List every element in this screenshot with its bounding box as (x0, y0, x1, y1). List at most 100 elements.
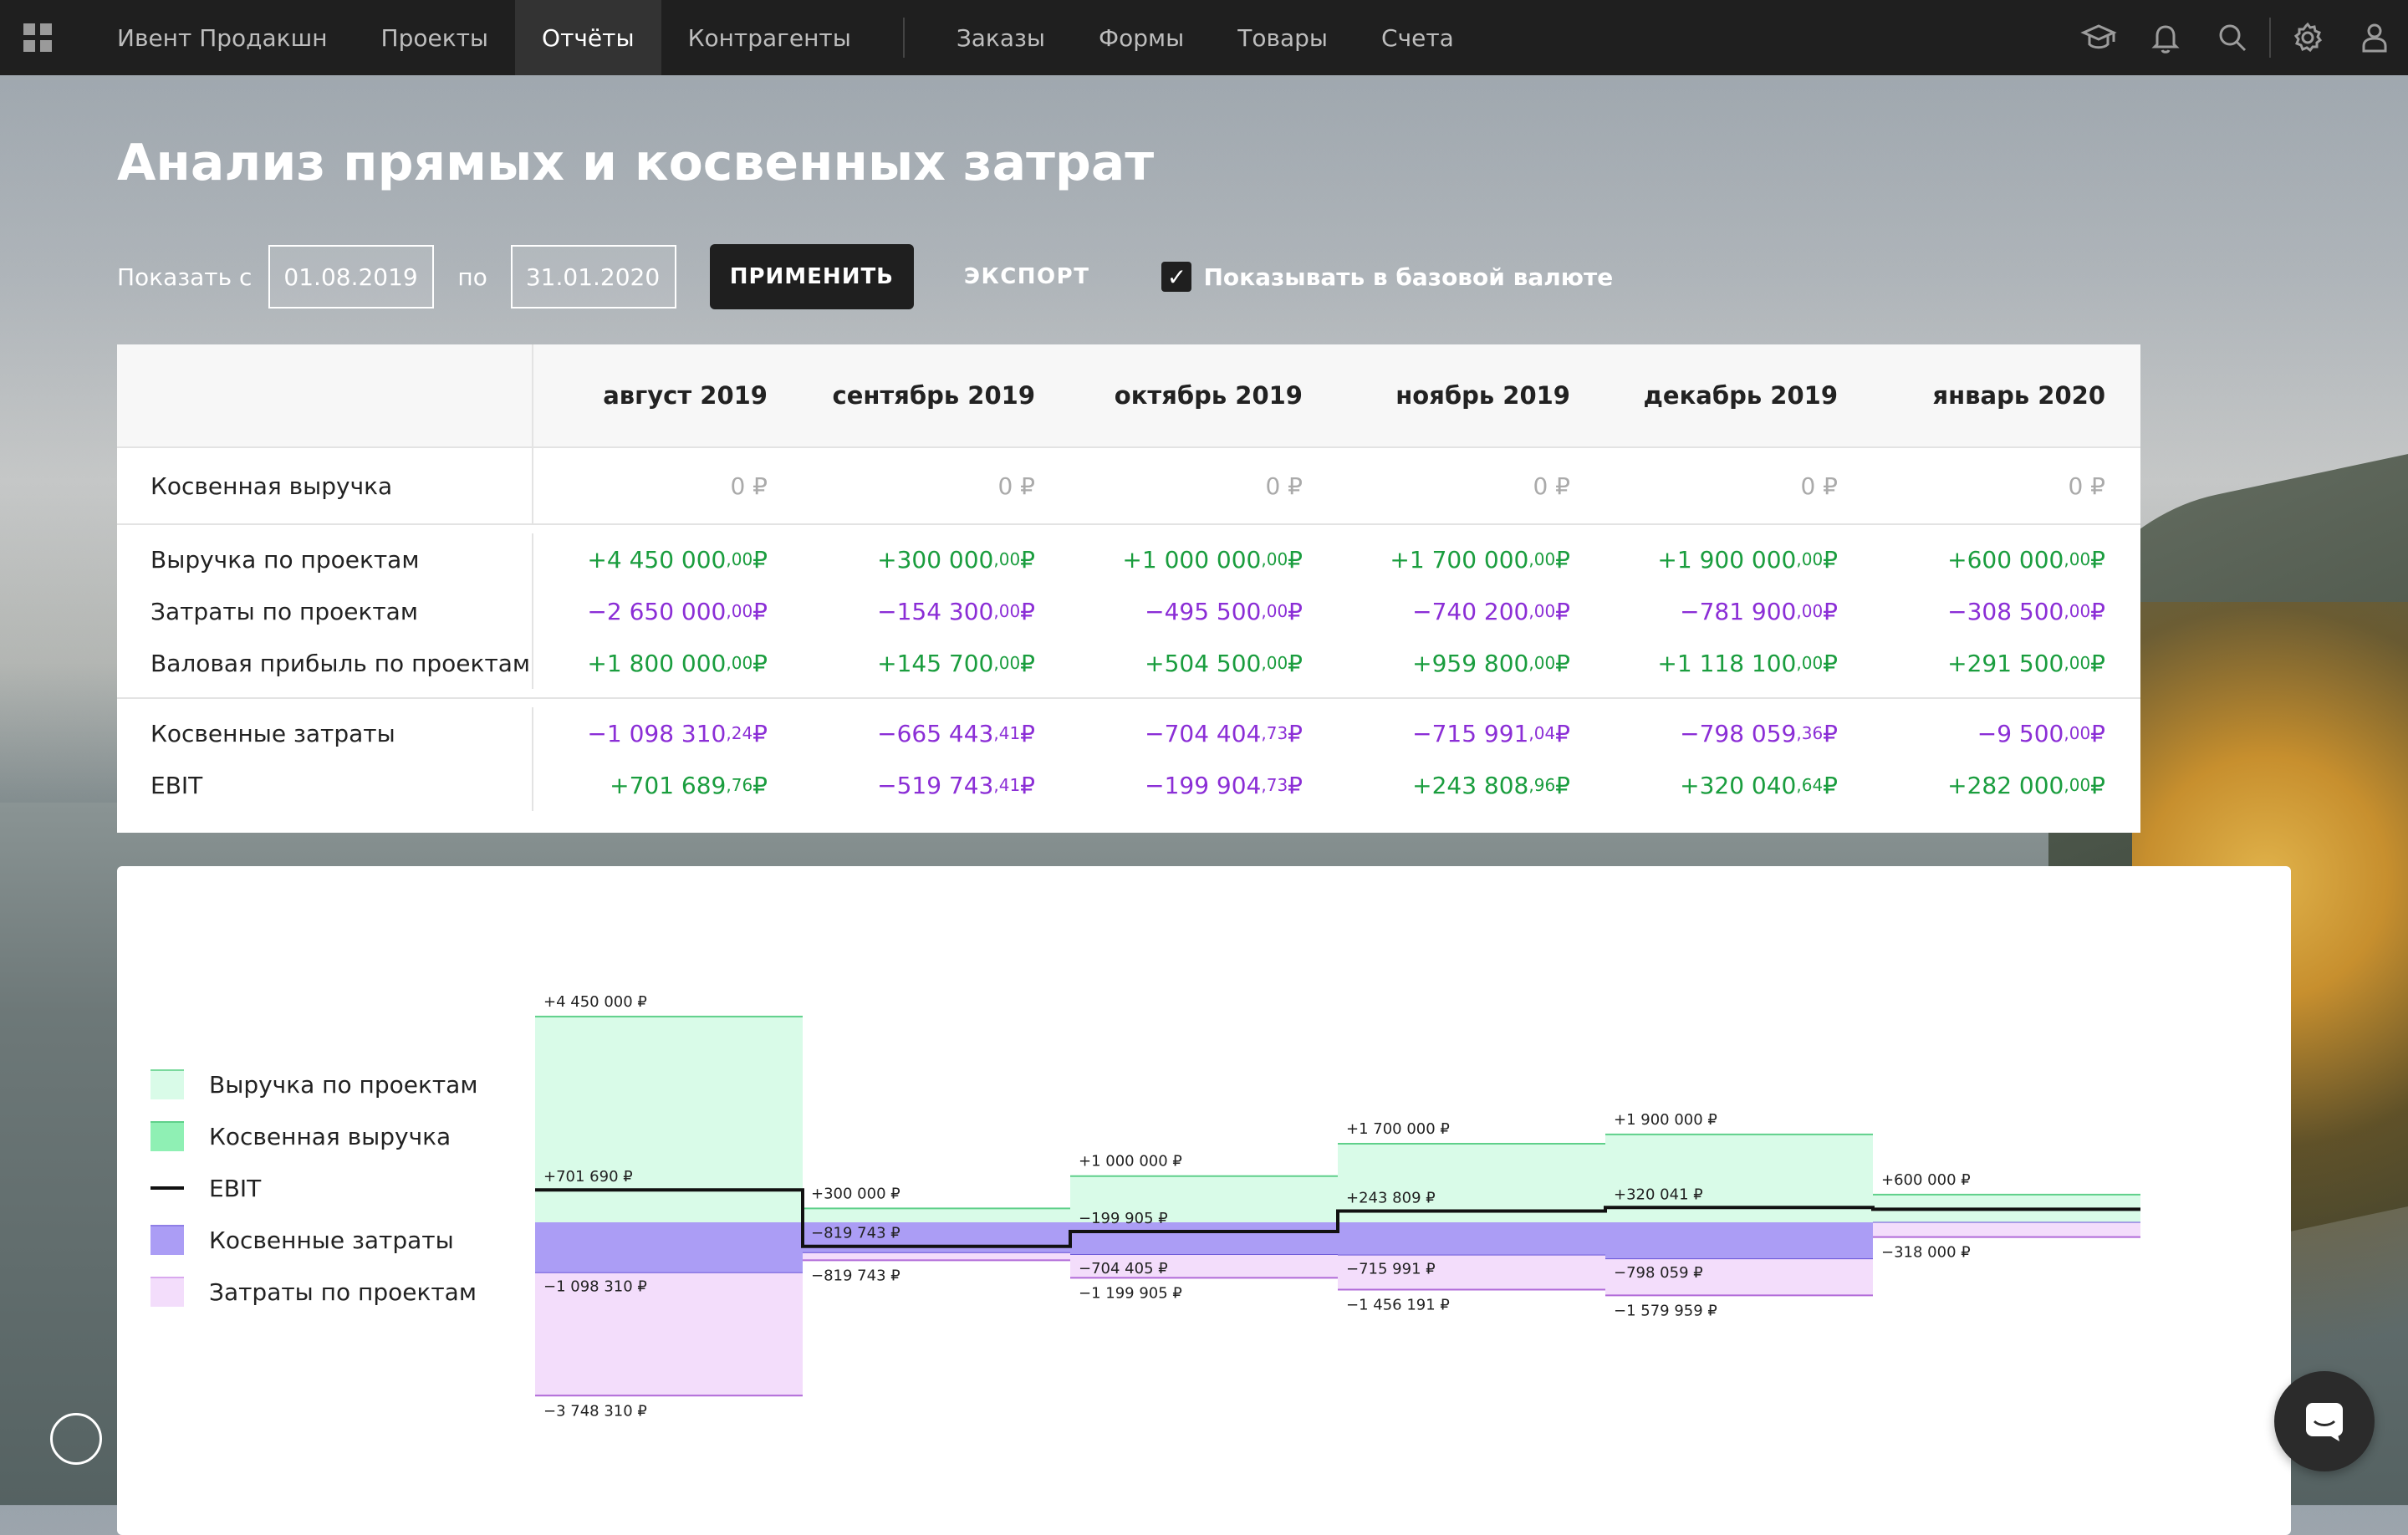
table-cell: −2 650 000,00 ₽ (533, 585, 801, 637)
table-cell: 0 ₽ (1533, 472, 1570, 500)
waterfall-chart: +4 450 000 ₽ +701 690 ₽ −1 098 310 ₽ −3 748… (535, 993, 2140, 1420)
value-integer: −798 059 (1680, 719, 1797, 747)
ebit-label: −199 905 ₽ (1079, 1210, 1168, 1227)
value-integer: −715 991 (1412, 719, 1529, 747)
table-cell: +145 700,00 ₽ (801, 637, 1069, 689)
value-decimal: ,00 (1796, 653, 1824, 673)
value-integer: −1 098 310 (587, 719, 727, 747)
value-integer: +1 118 100 (1657, 649, 1797, 677)
gear-icon[interactable] (2274, 0, 2341, 75)
table-cell: +1 800 000,00 ₽ (533, 637, 801, 689)
value-integer: +300 000 (877, 545, 994, 574)
checkbox-checked-icon[interactable]: ✓ (1161, 262, 1192, 292)
table-row-project-revenue: Выручка по проектам +4 450 000,00 ₽ +300 … (117, 533, 2140, 585)
row-label: Косвенные затраты (117, 707, 533, 759)
date-from-input[interactable] (268, 245, 435, 309)
user-icon[interactable] (2341, 0, 2408, 75)
value-decimal: ,00 (726, 601, 753, 621)
apps-grid-icon[interactable] (0, 0, 75, 75)
currency-symbol: ₽ (1823, 597, 1838, 625)
export-button[interactable]: ЭКСПОРТ (964, 264, 1090, 289)
value-decimal: ,00 (1796, 601, 1824, 621)
globe-logo-icon[interactable] (50, 1413, 102, 1465)
base-currency-toggle[interactable]: ✓ Показывать в базовой валюте (1161, 262, 1613, 292)
currency-symbol: ₽ (1555, 545, 1570, 574)
value-decimal: ,00 (2064, 775, 2091, 795)
currency-symbol: ₽ (752, 545, 768, 574)
table-cell: −154 300,00 ₽ (801, 585, 1069, 637)
table-cell: −665 443,41 ₽ (801, 707, 1069, 759)
nav-reports[interactable]: Отчёты (515, 0, 661, 75)
value-decimal: ,00 (1528, 601, 1556, 621)
bell-icon[interactable] (2132, 0, 2199, 75)
nav-contractors[interactable]: Контрагенты (661, 0, 878, 75)
currency-symbol: ₽ (2090, 719, 2105, 747)
chat-support-button[interactable] (2274, 1371, 2375, 1471)
nav-invoices[interactable]: Счета (1354, 0, 1481, 75)
value-decimal: ,73 (1261, 775, 1288, 795)
table-cell: +1 118 100,00 ₽ (1604, 637, 1871, 689)
currency-symbol: ₽ (2090, 771, 2105, 799)
month-header: октябрь 2019 (1114, 381, 1303, 410)
row-label: Выручка по проектам (117, 533, 533, 585)
nav-projects[interactable]: Проекты (355, 0, 516, 75)
table-cell: 0 ₽ (730, 472, 768, 500)
date-to-input[interactable] (510, 245, 676, 309)
ebit-label: +320 041 ₽ (1614, 1186, 1703, 1203)
value-integer: −704 404 (1145, 719, 1262, 747)
table-cell: −704 404,73 ₽ (1069, 707, 1336, 759)
currency-symbol: ₽ (1823, 649, 1838, 677)
nav-orders[interactable]: Заказы (930, 0, 1072, 75)
table-cell: −495 500,00 ₽ (1069, 585, 1336, 637)
table-cell: +504 500,00 ₽ (1069, 637, 1336, 689)
value-integer: +701 689 (610, 771, 727, 799)
value-decimal: ,00 (2064, 549, 2091, 569)
currency-symbol: ₽ (2090, 597, 2105, 625)
table-row-project-costs: Затраты по проектам −2 650 000,00 ₽ −154 … (117, 585, 2140, 637)
value-decimal: ,41 (993, 723, 1021, 743)
indirect-costs-label: −1 098 310 ₽ (543, 1278, 647, 1296)
nav-goods[interactable]: Товары (1211, 0, 1354, 75)
currency-symbol: ₽ (1288, 545, 1303, 574)
to-label: по (457, 263, 487, 291)
currency-symbol: ₽ (1288, 597, 1303, 625)
value-decimal: ,00 (726, 653, 753, 673)
graduation-cap-icon[interactable] (2065, 0, 2132, 75)
total-costs-label: −318 000 ₽ (1881, 1244, 1971, 1262)
value-integer: −199 904 (1145, 771, 1262, 799)
table-cell: +320 040,64 ₽ (1604, 759, 1871, 811)
table-cell: +1 700 000,00 ₽ (1336, 533, 1604, 585)
table-cell: +4 450 000,00 ₽ (533, 533, 801, 585)
value-integer: +959 800 (1412, 649, 1529, 677)
value-integer: −9 500 (1977, 719, 2064, 747)
search-icon[interactable] (2199, 0, 2266, 75)
table-header: август 2019 сентябрь 2019 октябрь 2019 н… (117, 344, 2140, 448)
table-cell: +1 000 000,00 ₽ (1069, 533, 1336, 585)
month-header: сентябрь 2019 (832, 381, 1035, 410)
currency-symbol: ₽ (752, 719, 768, 747)
value-integer: +1 800 000 (587, 649, 727, 677)
apply-button[interactable]: ПРИМЕНИТЬ (709, 244, 914, 309)
nav-forms[interactable]: Формы (1072, 0, 1211, 75)
total-costs-label: −819 743 ₽ (811, 1267, 900, 1284)
indirect-costs-bar (1338, 1222, 1605, 1256)
value-decimal: ,04 (1528, 723, 1556, 743)
value-integer: +282 000 (1947, 771, 2064, 799)
month-header: январь 2020 (1932, 381, 2105, 410)
value-integer: +1 700 000 (1390, 545, 1529, 574)
table-cell: −740 200,00 ₽ (1336, 585, 1604, 637)
value-integer: +504 500 (1145, 649, 1262, 677)
from-label: Показать с (117, 263, 253, 291)
currency-symbol: ₽ (2090, 545, 2105, 574)
nav-company[interactable]: Ивент Продакшн (75, 0, 355, 75)
table-row-ebit: EBIT +701 689,76 ₽ −519 743,41 ₽ −199 904,… (117, 759, 2140, 811)
top-navbar: Ивент Продакшн Проекты Отчёты Контрагент… (0, 0, 2408, 75)
value-decimal: ,00 (1796, 549, 1824, 569)
value-decimal: ,73 (1261, 723, 1288, 743)
currency-symbol: ₽ (1020, 719, 1035, 747)
value-integer: −665 443 (877, 719, 994, 747)
value-decimal: ,00 (993, 653, 1021, 673)
month-header: август 2019 (603, 381, 768, 410)
value-decimal: ,00 (1528, 549, 1556, 569)
currency-symbol: ₽ (1020, 771, 1035, 799)
